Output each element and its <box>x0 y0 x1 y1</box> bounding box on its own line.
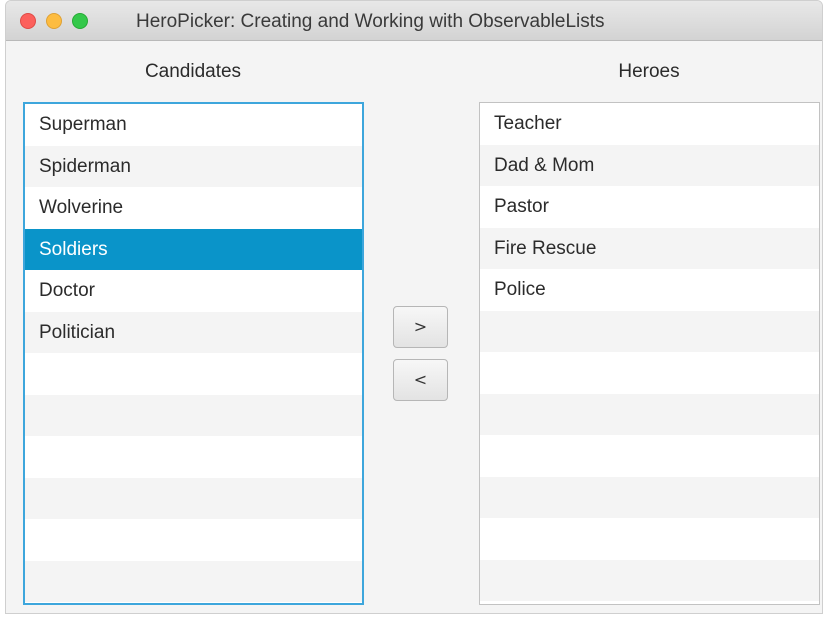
empty-row <box>480 352 819 394</box>
candidate-item[interactable]: Spiderman <box>25 145 362 187</box>
window-title: HeroPicker: Creating and Working with Ob… <box>136 11 605 32</box>
candidate-item[interactable]: Doctor <box>25 270 362 312</box>
hero-item[interactable]: Teacher <box>480 103 819 145</box>
empty-row <box>25 353 362 395</box>
close-window-button[interactable] <box>20 13 36 29</box>
empty-row <box>480 559 819 601</box>
empty-row <box>480 476 819 518</box>
hero-item[interactable]: Fire Rescue <box>480 227 819 269</box>
candidate-item-selected[interactable]: Soldiers <box>25 228 362 270</box>
main-content: Candidates Heroes Superman Spiderman Wol… <box>6 41 822 613</box>
empty-row <box>25 477 362 519</box>
hero-item[interactable]: Pastor <box>480 186 819 228</box>
candidates-label: Candidates <box>144 61 242 82</box>
hero-item[interactable]: Police <box>480 269 819 311</box>
heroes-label: Heroes <box>618 61 680 82</box>
empty-row <box>480 518 819 560</box>
candidate-item[interactable]: Politician <box>25 311 362 353</box>
empty-row <box>480 310 819 352</box>
title-bar[interactable]: HeroPicker: Creating and Working with Ob… <box>6 1 822 41</box>
empty-row <box>25 519 362 561</box>
empty-row <box>480 393 819 435</box>
candidate-item[interactable]: Superman <box>25 104 362 146</box>
candidate-item[interactable]: Wolverine <box>25 187 362 229</box>
empty-row <box>25 394 362 436</box>
empty-row <box>25 436 362 478</box>
empty-row <box>25 560 362 602</box>
empty-row <box>480 435 819 477</box>
add-hero-button[interactable]: > <box>393 306 448 348</box>
minimize-window-button[interactable] <box>46 13 62 29</box>
hero-item[interactable]: Dad & Mom <box>480 144 819 186</box>
candidates-list[interactable]: Superman Spiderman Wolverine Soldiers Do… <box>23 102 364 605</box>
heroes-list[interactable]: Teacher Dad & Mom Pastor Fire Rescue Pol… <box>479 102 820 605</box>
zoom-window-button[interactable] <box>72 13 88 29</box>
remove-hero-button[interactable]: < <box>393 359 448 401</box>
app-window: HeroPicker: Creating and Working with Ob… <box>5 0 823 614</box>
